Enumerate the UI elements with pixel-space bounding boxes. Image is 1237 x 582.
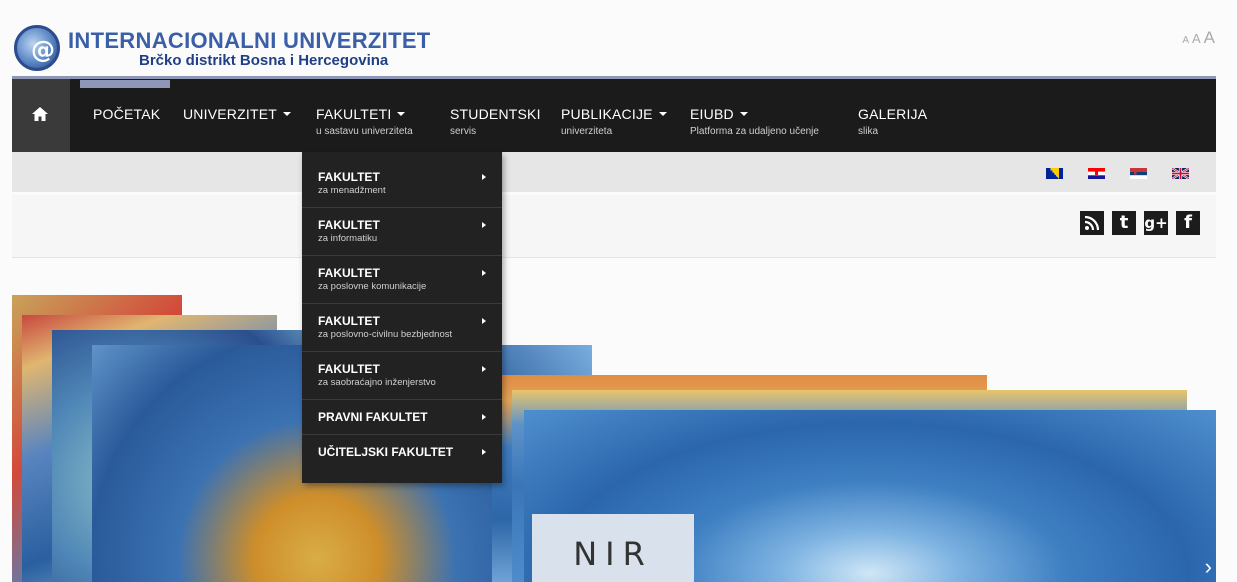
dropdown-item-menadzment[interactable]: FAKULTET za menadžment <box>302 160 502 208</box>
logo-title: INTERNACIONALNI UNIVERZITET <box>68 28 431 53</box>
active-nav-indicator <box>80 80 170 88</box>
chevron-right-icon <box>482 318 486 324</box>
english-flag-icon[interactable] <box>1172 168 1189 179</box>
nav-item-studentski[interactable]: STUDENTSKI servis <box>450 106 541 137</box>
nav-item-pocetak[interactable]: POČETAK <box>93 106 160 122</box>
hero-slider[interactable]: NIR › <box>12 290 1216 582</box>
twitter-icon[interactable]: t <box>1112 211 1136 235</box>
dropdown-item-bezbjednost[interactable]: FAKULTET za poslovno-civilnu bezbjednost <box>302 304 502 352</box>
nav-item-eiubd[interactable]: EIUBD Platforma za udaljeno učenje <box>690 106 819 137</box>
font-size-medium-button[interactable]: A <box>1192 31 1201 46</box>
site-logo[interactable]: @ INTERNACIONALNI UNIVERZITET Brčko dist… <box>12 24 442 74</box>
nav-item-publikacije[interactable]: PUBLIKACIJE univerziteta <box>561 106 667 137</box>
dropdown-item-poslovne-komunikacije[interactable]: FAKULTET za poslovne komunikacije <box>302 256 502 304</box>
nav-home-button[interactable] <box>12 79 70 152</box>
slider-next-arrow-icon[interactable]: › <box>1205 554 1212 580</box>
caret-down-icon <box>282 112 291 116</box>
chevron-right-icon <box>482 449 486 455</box>
dropdown-item-saobracajno[interactable]: FAKULTET za saobraćajno inženjerstvo <box>302 352 502 400</box>
caret-down-icon <box>397 112 406 116</box>
rss-icon[interactable] <box>1080 211 1104 235</box>
dropdown-item-pravni[interactable]: PRAVNI FAKULTET <box>302 400 502 435</box>
font-size-large-button[interactable]: A <box>1204 28 1215 47</box>
chevron-right-icon <box>482 270 486 276</box>
bosnian-flag-icon[interactable] <box>1046 168 1063 179</box>
nav-item-galerija[interactable]: GALERIJA slika <box>858 106 927 137</box>
logo-subtitle: Brčko distrikt Bosna i Hercegovina <box>139 52 389 69</box>
slide-caption: NIR <box>532 514 694 582</box>
social-bar: t g+ f <box>12 195 1216 258</box>
caret-down-icon <box>658 112 667 116</box>
language-bar <box>12 152 1216 192</box>
facebook-icon[interactable]: f <box>1176 211 1200 235</box>
chevron-right-icon <box>482 414 486 420</box>
serbian-flag-icon[interactable] <box>1130 168 1147 179</box>
caret-down-icon <box>739 112 748 116</box>
nav-item-univerzitet[interactable]: UNIVERZITET <box>183 106 291 122</box>
dropdown-item-informatika[interactable]: FAKULTET za informatiku <box>302 208 502 256</box>
croatian-flag-icon[interactable] <box>1088 168 1105 179</box>
chevron-right-icon <box>482 222 486 228</box>
dropdown-item-uciteljski[interactable]: UČITELJSKI FAKULTET <box>302 435 502 469</box>
font-size-controls: AAA <box>1179 28 1215 48</box>
chevron-right-icon <box>482 174 486 180</box>
nav-item-fakulteti[interactable]: FAKULTETI u sastavu univerziteta <box>316 106 413 137</box>
chevron-right-icon <box>482 366 486 372</box>
google-plus-icon[interactable]: g+ <box>1144 211 1168 235</box>
globe-logo-icon: @ <box>14 25 60 71</box>
fakulteti-dropdown: FAKULTET za menadžment FAKULTET za infor… <box>302 152 502 483</box>
home-icon <box>32 107 48 121</box>
font-size-small-button[interactable]: A <box>1182 35 1189 46</box>
main-nav: POČETAK UNIVERZITET FAKULTETI u sastavu … <box>12 79 1216 152</box>
